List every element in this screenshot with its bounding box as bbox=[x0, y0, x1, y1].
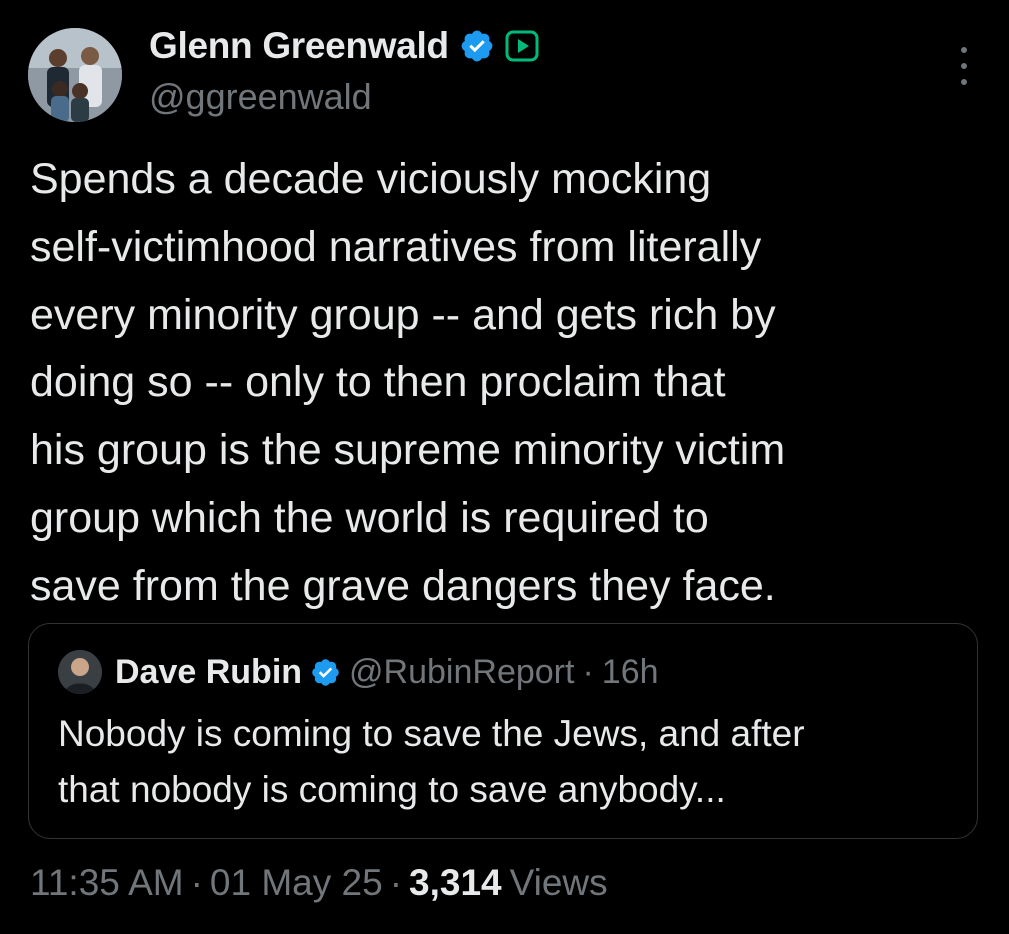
quoted-tweet-text: Nobody is coming to save the Jews, and a… bbox=[58, 706, 958, 818]
tweet-text-line: self-victimhood narratives from literall… bbox=[30, 222, 762, 271]
quoted-tweet-header: Dave Rubin @RubinReport · 16h bbox=[115, 650, 659, 694]
quoted-author-name[interactable]: Dave Rubin bbox=[115, 653, 302, 692]
verified-badge-icon bbox=[310, 657, 341, 688]
author-handle[interactable]: @ggreenwald bbox=[149, 76, 372, 118]
quoted-tweet-card[interactable]: Dave Rubin @RubinReport · 16h Nobody is … bbox=[28, 623, 978, 839]
views-label: Views bbox=[509, 862, 608, 903]
meta-separator: · bbox=[190, 862, 203, 903]
quoted-author-avatar[interactable] bbox=[58, 650, 102, 694]
tweet-text-line: group which the world is required to bbox=[30, 493, 709, 542]
tweet-text: Spends a decade viciously mocking self-v… bbox=[30, 146, 980, 621]
author-name-row: Glenn Greenwald bbox=[149, 24, 539, 68]
meta-separator: · bbox=[389, 862, 403, 903]
tweet-text-line: doing so -- only to then proclaim that bbox=[30, 358, 726, 407]
more-dot bbox=[961, 63, 967, 69]
author-display-name[interactable]: Glenn Greenwald bbox=[149, 25, 449, 67]
more-dot bbox=[961, 47, 967, 53]
quoted-separator: · bbox=[582, 652, 594, 691]
quoted-text-line: Nobody is coming to save the Jews, and a… bbox=[58, 713, 805, 754]
more-options-icon[interactable] bbox=[950, 47, 978, 85]
quoted-text-line: that nobody is coming to save anybody... bbox=[58, 769, 726, 810]
tweet: Glenn Greenwald @ggreenwald Spends a dec… bbox=[0, 0, 1009, 934]
tweet-date[interactable]: 01 May 25 bbox=[210, 862, 383, 904]
tweet-text-line: his group is the supreme minority victim bbox=[30, 426, 786, 475]
verified-badge-icon[interactable] bbox=[459, 28, 495, 64]
quoted-author-handle[interactable]: @RubinReport bbox=[349, 653, 574, 692]
views-count[interactable]: 3,314 bbox=[409, 862, 502, 904]
play-badge-icon[interactable] bbox=[505, 30, 539, 62]
quoted-avatar-photo-icon bbox=[58, 650, 102, 694]
tweet-time[interactable]: 11:35 AM bbox=[30, 862, 184, 904]
tweet-text-line: Spends a decade viciously mocking bbox=[30, 155, 712, 203]
quoted-timestamp[interactable]: 16h bbox=[602, 653, 659, 692]
author-avatar[interactable] bbox=[28, 28, 122, 122]
avatar-photo-icon bbox=[28, 28, 122, 122]
more-dot bbox=[961, 79, 967, 85]
tweet-meta: 11:35 AM · 01 May 25 · 3,314 Views bbox=[30, 862, 608, 904]
tweet-text-line: save from the grave dangers they face. bbox=[30, 561, 776, 610]
tweet-text-line: every minority group -- and gets rich by bbox=[30, 290, 776, 339]
